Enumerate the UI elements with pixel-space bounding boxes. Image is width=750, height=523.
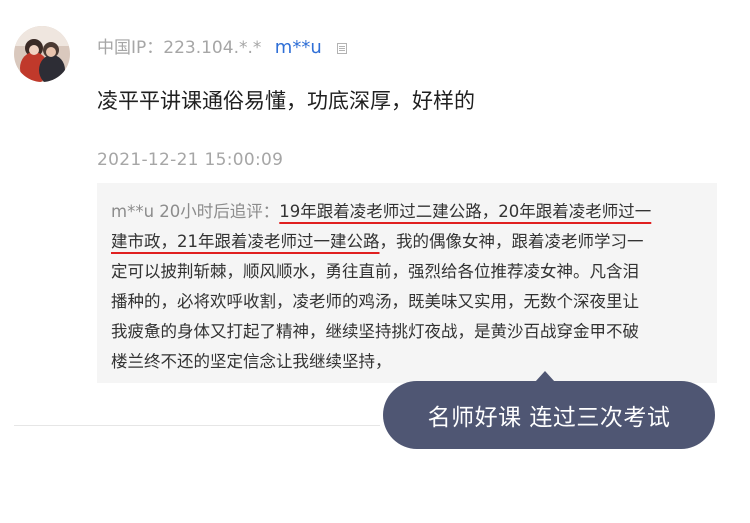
user-avatar[interactable] [14, 26, 70, 82]
followup-line: m**u 20小时后追评：19年跟着凌老师过二建公路，20年跟着凌老师过一 [111, 197, 711, 227]
followup-review-box: m**u 20小时后追评：19年跟着凌老师过二建公路，20年跟着凌老师过一 建市… [97, 183, 717, 383]
followup-line-text: ，我的偶像女神，跟着凌老师学习一 [379, 232, 644, 251]
promo-speech-bubble: 名师好课 连过三次考试 [383, 371, 715, 449]
followup-line: 楼兰终不还的坚定信念让我继续坚持， [111, 352, 392, 371]
highlighted-text: 建市政，21年跟着凌老师过一建公路 [111, 232, 380, 251]
followup-line: 我疲惫的身体又打起了精神，继续坚持挑灯夜战，是黄沙百战穿金甲不破 [111, 322, 639, 341]
followup-prefix: m**u 20小时后追评： [111, 202, 280, 221]
comment-meta: 中国IP：223.104.*.* m**u [97, 33, 348, 58]
ip-location: 中国IP：223.104.*.* [97, 38, 262, 58]
followup-text: m**u 20小时后追评：19年跟着凌老师过二建公路，20年跟着凌老师过一 建市… [111, 197, 711, 377]
comment-timestamp: 2021-12-21 15:00:09 [97, 150, 284, 170]
comment-text: 凌平平讲课通俗易懂，功底深厚，好样的 [97, 89, 475, 113]
highlighted-text: 19年跟着凌老师过二建公路，20年跟着凌老师过一 [279, 202, 652, 221]
followup-line: 定可以披荆斩棘，顺风顺水，勇往直前，强烈给各位推荐凌女神。凡含泪 [111, 262, 639, 281]
divider [14, 425, 380, 426]
document-badge-icon [337, 43, 348, 54]
followup-line: 播种的，必将欢呼收割，凌老师的鸡汤，既美味又实用，无数个深夜里让 [111, 292, 639, 311]
username-link[interactable]: m**u [275, 37, 322, 58]
bubble-text: 名师好课 连过三次考试 [427, 405, 671, 431]
followup-line: 建市政，21年跟着凌老师过一建公路，我的偶像女神，跟着凌老师学习一 [111, 227, 711, 257]
avatar-photo-icon [14, 26, 70, 82]
